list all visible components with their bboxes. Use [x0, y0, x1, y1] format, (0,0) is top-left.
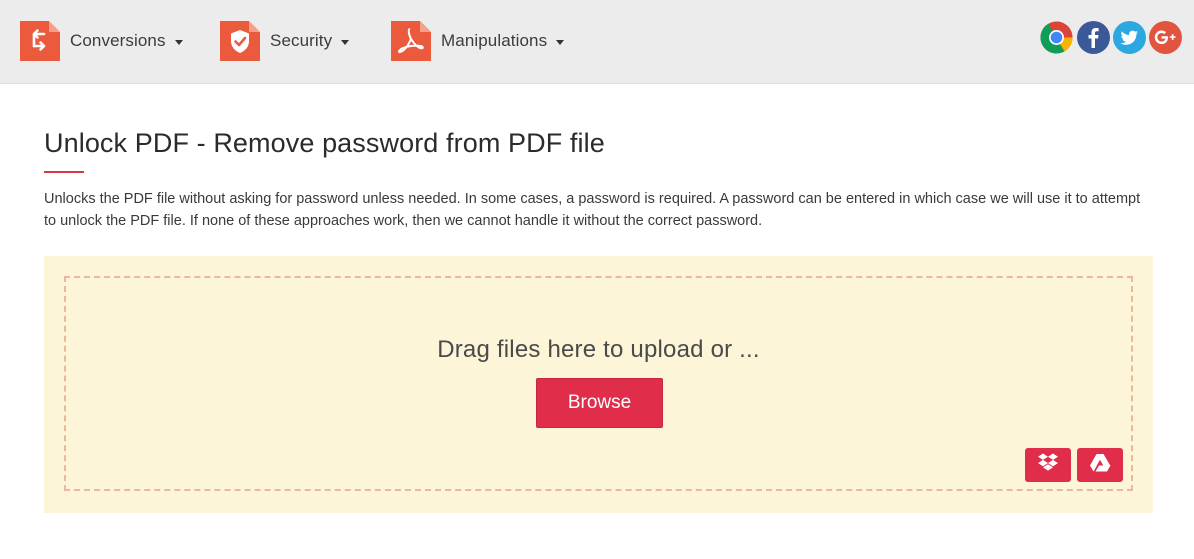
- file-dropzone[interactable]: Drag files here to upload or ... Browse: [64, 276, 1133, 491]
- top-navigation-bar: Conversions Security Manipulations: [0, 0, 1194, 84]
- facebook-icon[interactable]: [1077, 21, 1110, 54]
- chevron-down-icon: [341, 39, 350, 45]
- browse-button[interactable]: Browse: [536, 378, 663, 428]
- drop-instructions: Drag files here to upload or ...: [437, 336, 760, 363]
- page-title: Unlock PDF - Remove password from PDF fi…: [44, 128, 605, 158]
- page-description: Unlocks the PDF file without asking for …: [44, 191, 1141, 229]
- dropbox-button[interactable]: [1025, 448, 1071, 482]
- twitter-icon[interactable]: [1113, 21, 1146, 54]
- pdf-acrobat-icon: [391, 21, 431, 61]
- chrome-icon[interactable]: [1040, 21, 1073, 54]
- nav-manipulations-label: Manipulations: [441, 31, 548, 50]
- upload-panel: Drag files here to upload or ... Browse: [44, 256, 1153, 513]
- nav-manipulations-menu[interactable]: Manipulations: [391, 20, 565, 62]
- nav-conversions-label: Conversions: [70, 31, 166, 50]
- google-drive-icon: [1089, 453, 1111, 478]
- google-drive-button[interactable]: [1077, 448, 1123, 482]
- dropbox-icon: [1037, 453, 1059, 478]
- chevron-down-icon: [556, 39, 565, 45]
- arrows-exchange-icon: [20, 21, 60, 61]
- nav-security-menu[interactable]: Security: [220, 20, 350, 62]
- google-plus-icon[interactable]: [1149, 21, 1182, 54]
- chevron-down-icon: [174, 39, 183, 45]
- nav-security-label: Security: [270, 31, 333, 50]
- nav-conversions-menu[interactable]: Conversions: [20, 20, 183, 62]
- title-underline: [44, 171, 84, 173]
- shield-check-icon: [220, 21, 260, 61]
